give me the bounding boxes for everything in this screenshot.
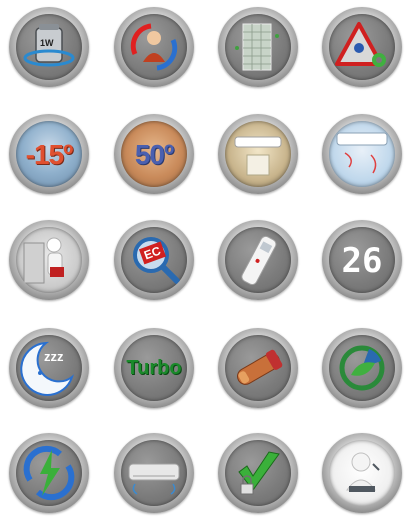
button-one-watt-standby[interactable]: 1W [9, 7, 89, 87]
button-support-agent[interactable] [322, 433, 402, 513]
ec-magnifier-icon: EC [121, 227, 187, 293]
button-air-conditioner[interactable] [114, 433, 194, 513]
high-temperature-icon: 50º [121, 121, 187, 187]
button-eco[interactable] [322, 328, 402, 408]
air-conditioner-unit-icon [121, 440, 187, 506]
high-temperature-label: 50º [134, 139, 174, 170]
button-wall-unit-airflow[interactable] [322, 114, 402, 194]
turbo-label: Turbo [126, 357, 182, 379]
button-indoor-unit[interactable] [218, 114, 298, 194]
filter-panel-icon [225, 14, 291, 80]
technician-repair-icon [16, 227, 82, 293]
support-agent-icon [329, 440, 395, 506]
button-low-temperature[interactable]: -15º [9, 114, 89, 194]
wall-unit-airflow-icon [329, 121, 395, 187]
button-remote-control[interactable] [218, 220, 298, 300]
low-temperature-label: -15º [25, 139, 74, 170]
temperature-display-label: 26 [341, 241, 383, 281]
lock-checkmark-icon [225, 440, 291, 506]
indoor-unit-photo-icon [225, 121, 291, 187]
button-temperature-display[interactable]: 26 [322, 220, 402, 300]
low-temperature-icon: -15º [16, 121, 82, 187]
icon-grid: 1W -15º 50º EC 26 zzz Turbo [0, 0, 405, 517]
button-self-diagnosis[interactable] [114, 7, 194, 87]
one-watt-label: 1W [40, 38, 54, 48]
button-ec-motor[interactable]: EC [114, 220, 194, 300]
sleep-label: zzz [44, 349, 64, 364]
temperature-display-icon: 26 [329, 227, 395, 293]
button-warning[interactable] [322, 7, 402, 87]
turbo-mode-icon: Turbo [121, 335, 187, 401]
copper-pipe-icon [225, 335, 291, 401]
button-sleep-mode[interactable]: zzz [9, 328, 89, 408]
button-technician-repair[interactable] [9, 220, 89, 300]
button-auto-restart[interactable] [9, 433, 89, 513]
button-turbo-mode[interactable]: Turbo [114, 328, 194, 408]
warning-triangle-gear-icon [329, 14, 395, 80]
button-copper-pipe[interactable] [218, 328, 298, 408]
one-watt-standby-icon: 1W [16, 14, 82, 80]
sleep-mode-moon-icon: zzz [16, 335, 82, 401]
remote-control-icon [225, 227, 291, 293]
button-lock-check[interactable] [218, 433, 298, 513]
button-high-temperature[interactable]: 50º [114, 114, 194, 194]
button-filter-panel[interactable] [218, 7, 298, 87]
self-diagnosis-person-icon [121, 14, 187, 80]
auto-restart-bolt-icon [16, 440, 82, 506]
eco-leaf-icon [329, 335, 395, 401]
